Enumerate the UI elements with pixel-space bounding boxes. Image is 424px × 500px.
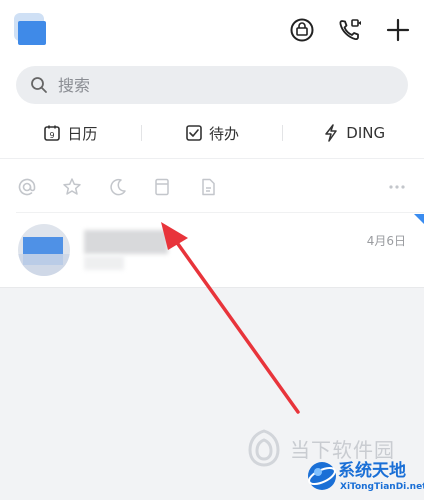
mentions-filter[interactable] (16, 176, 38, 198)
watermark-site2-title: 系统天地 (338, 461, 406, 481)
starred-filter[interactable] (61, 176, 83, 198)
call-button[interactable] (336, 16, 364, 44)
chat-app: 9 日历 待办 DING (0, 0, 424, 288)
lightning-icon (325, 124, 338, 142)
todo-shortcut[interactable]: 待办 (142, 123, 283, 144)
shortcut-bar: 9 日历 待办 DING (0, 116, 424, 150)
search-input[interactable] (56, 74, 360, 96)
add-button[interactable] (384, 16, 412, 44)
more-filter[interactable] (386, 176, 408, 198)
ding-label: DING (346, 124, 386, 142)
secret-chat-button[interactable] (288, 16, 316, 44)
app-logo-icon[interactable] (14, 13, 52, 47)
watermark-site2: 系统天地 XiTongTianDi.net (306, 456, 424, 498)
conversation-preview-blurred (84, 256, 124, 270)
watermark-logo-icon (248, 429, 280, 467)
watermark-site2-url: XiTongTianDi.net (340, 482, 424, 492)
conversation-name-blurred (84, 230, 168, 254)
checkbox-icon (186, 125, 202, 141)
conversation-row[interactable]: 4月6日 (0, 214, 424, 286)
search-icon (31, 77, 47, 93)
pinned-corner-marker (414, 214, 424, 224)
avatar (18, 224, 70, 276)
moon-icon (110, 178, 126, 196)
calendar-icon: 9 (44, 125, 61, 141)
bookmark-icon (155, 178, 169, 196)
calendar-shortcut[interactable]: 9 日历 (0, 123, 141, 144)
filter-divider (16, 212, 424, 213)
svg-text:9: 9 (50, 131, 55, 140)
more-icon (389, 185, 405, 189)
phone-video-icon (339, 19, 361, 41)
lock-badge-icon (290, 18, 314, 42)
avatar-overlay (18, 254, 70, 276)
files-filter[interactable] (197, 176, 219, 198)
calendar-label: 日历 (67, 124, 98, 143)
plus-icon (386, 18, 410, 42)
search-bar[interactable] (16, 66, 408, 104)
conversation-date: 4月6日 (366, 234, 406, 248)
list-bottom-line (0, 287, 424, 288)
globe-logo-icon (308, 462, 336, 490)
todo-label: 待办 (209, 124, 240, 143)
filter-bar (0, 172, 424, 200)
star-icon (63, 178, 81, 195)
document-icon (202, 178, 215, 196)
section-divider (0, 158, 424, 159)
ding-shortcut[interactable]: DING (283, 124, 424, 142)
saved-filter[interactable] (151, 176, 173, 198)
later-filter[interactable] (107, 176, 129, 198)
at-icon (18, 178, 36, 196)
